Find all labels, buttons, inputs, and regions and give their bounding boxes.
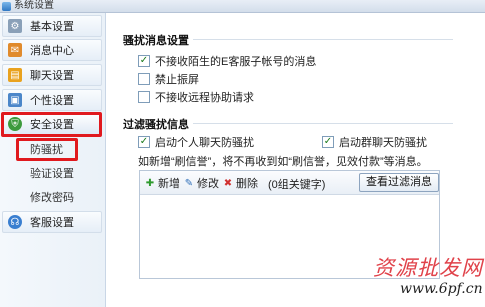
sidebar-item-messages[interactable]: ✉ 消息中心 (2, 39, 102, 61)
watermark-text: 资源批发网 (373, 256, 483, 280)
app-icon (2, 2, 11, 11)
delete-keyword-button[interactable]: ✖ 删除 (222, 175, 258, 191)
option-disable-shake[interactable]: 禁止振屏 (138, 71, 199, 87)
title-bar: 系统设置 (0, 0, 485, 13)
section-divider (193, 39, 453, 40)
watermark-url: www.6pf.cn (400, 281, 483, 297)
filter-hint: 如新增“刷信誉”，将不再收到如“刷信誉，见效付款”等消息。 (138, 156, 428, 168)
window-title: 系统设置 (14, 0, 54, 11)
sidebar-item-label: 个性设置 (30, 95, 74, 107)
option-block-stranger-subaccount[interactable]: ✓ 不接收陌生的E客服子帐号的消息 (138, 53, 316, 69)
option-label: 不接收远程协助请求 (155, 92, 254, 104)
edit-keyword-label: 修改 (197, 178, 219, 190)
sidebar-item-label: 基本设置 (30, 21, 74, 33)
section-divider (193, 123, 453, 124)
sidebar-item-personalize[interactable]: ▣ 个性设置 (2, 89, 102, 111)
sidebar-item-chat[interactable]: ▤ 聊天设置 (2, 64, 102, 86)
delete-icon: ✖ (223, 177, 233, 189)
edit-icon: ✎ (184, 177, 194, 189)
option-personal-chat-filter[interactable]: ✓ 启动个人聊天防骚扰 (138, 134, 254, 150)
chat-icon: ▤ (8, 68, 22, 82)
highlight-antiharass (16, 138, 78, 161)
filter-section-title: 过滤骚扰信息 (123, 119, 189, 131)
delete-keyword-label: 删除 (236, 178, 258, 190)
option-label: 不接收陌生的E客服子帐号的消息 (155, 56, 317, 68)
add-keyword-button[interactable]: ✚ 新增 (144, 175, 180, 191)
checkbox-unchecked[interactable] (138, 73, 150, 85)
checkbox-checked[interactable]: ✓ (138, 136, 150, 148)
edit-keyword-button[interactable]: ✎ 修改 (183, 175, 219, 191)
option-label: 启动个人聊天防骚扰 (155, 137, 254, 149)
sidebar-item-basic[interactable]: ⚙ 基本设置 (2, 15, 102, 37)
window-icon: ▣ (8, 93, 22, 107)
sidebar-item-label: 聊天设置 (30, 70, 74, 82)
harassment-section-title: 骚扰消息设置 (123, 35, 189, 47)
highlight-security (1, 112, 102, 137)
sidebar-item-label: 客服设置 (30, 217, 74, 229)
checkbox-checked[interactable]: ✓ (138, 55, 150, 67)
sidebar-item-customer-service[interactable]: ☊ 客服设置 (2, 211, 102, 233)
envelope-icon: ✉ (8, 43, 22, 57)
checkbox-unchecked[interactable] (138, 91, 150, 103)
option-label: 禁止振屏 (155, 74, 199, 86)
view-filtered-messages-button[interactable]: 查看过滤消息 (359, 173, 439, 192)
checkbox-checked[interactable]: ✓ (322, 136, 334, 148)
keyword-toolbar: ✚ 新增 ✎ 修改 ✖ 删除 (0组关键字) 查看过滤消息 (140, 171, 439, 195)
sidebar-subitem-verification[interactable]: 验证设置 (30, 165, 74, 183)
option-label: 启动群聊天防骚扰 (339, 137, 427, 149)
plus-icon: ✚ (145, 177, 155, 189)
keyword-count: (0组关键字) (268, 179, 326, 191)
option-group-chat-filter[interactable]: ✓ 启动群聊天防骚扰 (322, 134, 427, 150)
sidebar-item-label: 消息中心 (30, 45, 74, 57)
option-block-remote-assist[interactable]: 不接收远程协助请求 (138, 89, 254, 105)
add-keyword-label: 新增 (158, 178, 180, 190)
headset-icon: ☊ (8, 215, 22, 229)
sidebar-subitem-change-password[interactable]: 修改密码 (30, 189, 74, 207)
gear-icon: ⚙ (8, 19, 22, 33)
